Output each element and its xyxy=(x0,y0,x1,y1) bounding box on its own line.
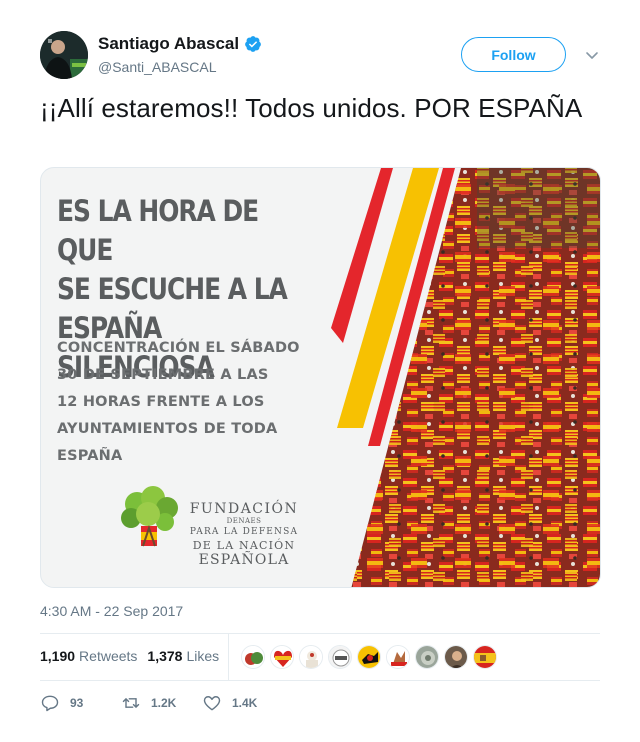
tweet-text: ¡¡Allí estaremos!! Todos unidos. POR ESP… xyxy=(40,93,583,123)
retweets-stat[interactable]: 1,190 Retweets xyxy=(40,648,137,664)
likes-count: 1,378 xyxy=(147,648,183,664)
retweet-button[interactable]: 1.2K xyxy=(121,693,202,713)
foundation-line-1: DENAES xyxy=(226,517,262,525)
liker-avatar[interactable] xyxy=(444,645,468,669)
display-name[interactable]: Santiago Abascal xyxy=(98,34,239,54)
likes-stat[interactable]: 1,378 Likes xyxy=(147,648,219,664)
liker-avatar[interactable] xyxy=(241,645,265,669)
heart-icon xyxy=(203,696,221,711)
liker-avatar[interactable] xyxy=(299,645,323,669)
chevron-down-icon[interactable] xyxy=(584,47,600,63)
retweets-label: Retweets xyxy=(79,648,138,664)
stats-separator xyxy=(228,634,229,680)
reply-icon xyxy=(41,695,59,712)
liker-avatar[interactable] xyxy=(328,645,352,669)
liker-avatar[interactable] xyxy=(357,645,381,669)
likers-avatars xyxy=(241,645,502,669)
liker-avatar[interactable] xyxy=(473,645,497,669)
like-button[interactable]: 1.4K xyxy=(202,693,257,713)
reply-count: 93 xyxy=(70,696,84,710)
foundation-name: FUNDACIÓN xyxy=(189,501,299,517)
liker-avatar[interactable] xyxy=(415,645,439,669)
retweets-count: 1,190 xyxy=(40,648,76,664)
likes-label: Likes xyxy=(186,648,220,664)
foundation-line-2: PARA LA DEFENSA xyxy=(189,527,299,537)
liker-avatar[interactable] xyxy=(386,645,410,669)
tweet-actions: 93 1.2K 1.4K xyxy=(40,693,257,713)
tweet-timestamp[interactable]: 4:30 AM - 22 Sep 2017 xyxy=(40,603,183,619)
tweet-header: Santiago Abascal @Santi_ABASCAL Follow xyxy=(40,31,600,79)
foundation-line-3: DE LA NACIÓN xyxy=(192,539,296,552)
divider xyxy=(40,680,600,681)
tweet-media-image[interactable]: ES LA HORA DE QUE SE ESCUCHE A LA ESPAÑA… xyxy=(40,167,601,588)
liker-avatar[interactable] xyxy=(270,645,294,669)
follow-button[interactable]: Follow xyxy=(461,37,566,72)
divider xyxy=(40,633,600,634)
avatar[interactable] xyxy=(40,31,88,79)
verified-badge-icon xyxy=(245,36,261,52)
user-handle[interactable]: @Santi_ABASCAL xyxy=(98,59,217,75)
retweet-count: 1.2K xyxy=(151,696,177,710)
like-count: 1.4K xyxy=(232,696,258,710)
poster-body: CONCENTRACIÓN EL SÁBADO 30 DE SEPTIEMBRE… xyxy=(57,340,300,464)
tweet-stats: 1,190 Retweets 1,378 Likes xyxy=(40,648,219,664)
retweet-icon xyxy=(122,698,140,708)
foundation-line-4: ESPAÑOLA xyxy=(198,552,290,568)
reply-button[interactable]: 93 xyxy=(40,693,121,713)
tree-logo-icon xyxy=(121,486,178,547)
foundation-logo-text: FUNDACIÓN DENAES PARA LA DEFENSA DE LA N… xyxy=(189,501,299,568)
